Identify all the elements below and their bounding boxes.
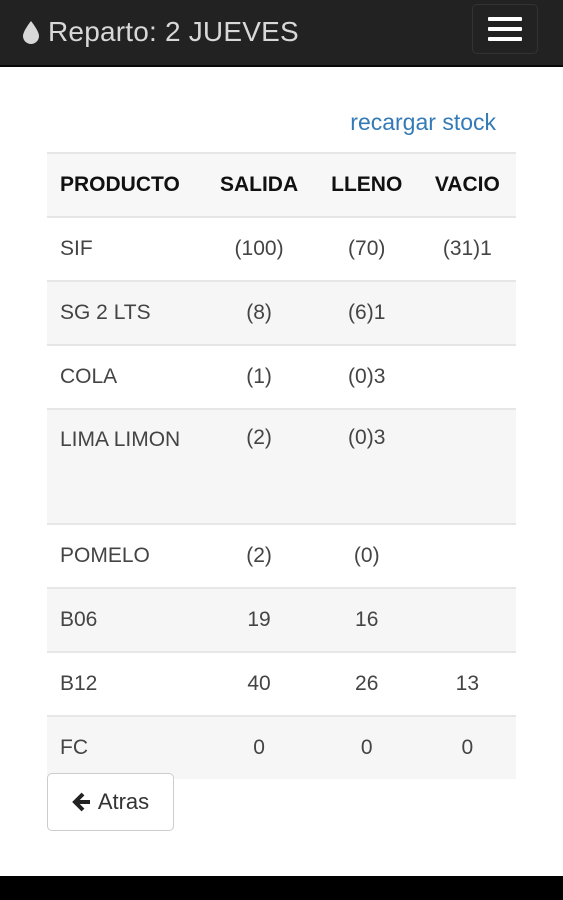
table-header-row: PRODUCTO SALIDA LLENO VACIO xyxy=(47,152,516,217)
lleno-cell: (70) xyxy=(314,216,419,281)
back-button-label: Atras xyxy=(97,789,150,814)
salida-cell: 19 xyxy=(203,587,315,652)
menu-toggle-button[interactable] xyxy=(472,4,538,54)
lleno-cell: (0)3 xyxy=(314,408,419,524)
table-row: LIMA LIMON (2) (0)3 xyxy=(47,408,516,524)
lleno-cell: 16 xyxy=(314,587,419,652)
column-header-producto: PRODUCTO xyxy=(47,152,204,217)
table-row: SG 2 LTS (8) (6)1 xyxy=(47,280,516,345)
salida-cell: (100) xyxy=(203,216,315,281)
lleno-cell: (6)1 xyxy=(314,280,419,345)
lleno-cell: 26 xyxy=(314,651,419,716)
navbar-brand[interactable]: Reparto: 2 JUEVES xyxy=(22,14,299,50)
reload-stock-link[interactable]: recargar stock xyxy=(350,109,496,136)
column-header-lleno: LLENO xyxy=(314,152,419,217)
product-cell: B06 xyxy=(47,587,204,652)
table-row: B12 40 26 13 xyxy=(47,651,516,716)
lleno-cell: (0) xyxy=(314,523,419,588)
product-cell: SG 2 LTS xyxy=(47,280,204,345)
back-button[interactable]: Atras xyxy=(47,773,174,831)
vacio-cell xyxy=(418,344,516,409)
navbar: Reparto: 2 JUEVES xyxy=(0,0,563,67)
lleno-cell: (0)3 xyxy=(314,344,419,409)
table-row: B06 19 16 xyxy=(47,587,516,652)
vacio-cell: 13 xyxy=(418,651,516,716)
column-header-salida: SALIDA xyxy=(203,152,315,217)
column-header-vacio: VACIO xyxy=(418,152,516,217)
salida-cell: (2) xyxy=(203,523,315,588)
product-cell: COLA xyxy=(47,344,204,409)
product-cell: FC xyxy=(47,715,204,779)
salida-cell: 40 xyxy=(203,651,315,716)
table-row: COLA (1) (0)3 xyxy=(47,344,516,409)
table-row: FC 0 0 0 xyxy=(47,715,516,779)
vacio-cell xyxy=(418,587,516,652)
lleno-cell: 0 xyxy=(314,715,419,779)
product-cell: B12 xyxy=(47,651,204,716)
table-row: POMELO (2) (0) xyxy=(47,523,516,588)
hamburger-bar xyxy=(488,27,522,31)
vacio-cell xyxy=(418,280,516,345)
vacio-cell: (31)1 xyxy=(418,216,516,281)
product-cell: LIMA LIMON xyxy=(47,408,204,524)
hamburger-menu-icon xyxy=(488,17,522,21)
vacio-cell xyxy=(418,408,516,524)
hamburger-bar xyxy=(488,37,522,41)
table-row: SIF (100) (70) (31)1 xyxy=(47,216,516,281)
salida-cell: (1) xyxy=(203,344,315,409)
arrow-left-icon xyxy=(71,792,90,812)
vacio-cell xyxy=(418,523,516,588)
stock-table: PRODUCTO SALIDA LLENO VACIO SIF (100) (7… xyxy=(47,152,516,779)
salida-cell: (2) xyxy=(203,408,315,524)
product-cell: POMELO xyxy=(47,523,204,588)
tint-icon xyxy=(23,21,39,44)
product-cell: SIF xyxy=(47,216,204,281)
salida-cell: (8) xyxy=(203,280,315,345)
system-navigation-bar xyxy=(0,876,563,900)
salida-cell: 0 xyxy=(203,715,315,779)
vacio-cell: 0 xyxy=(418,715,516,779)
page-title: Reparto: 2 JUEVES xyxy=(48,16,299,47)
